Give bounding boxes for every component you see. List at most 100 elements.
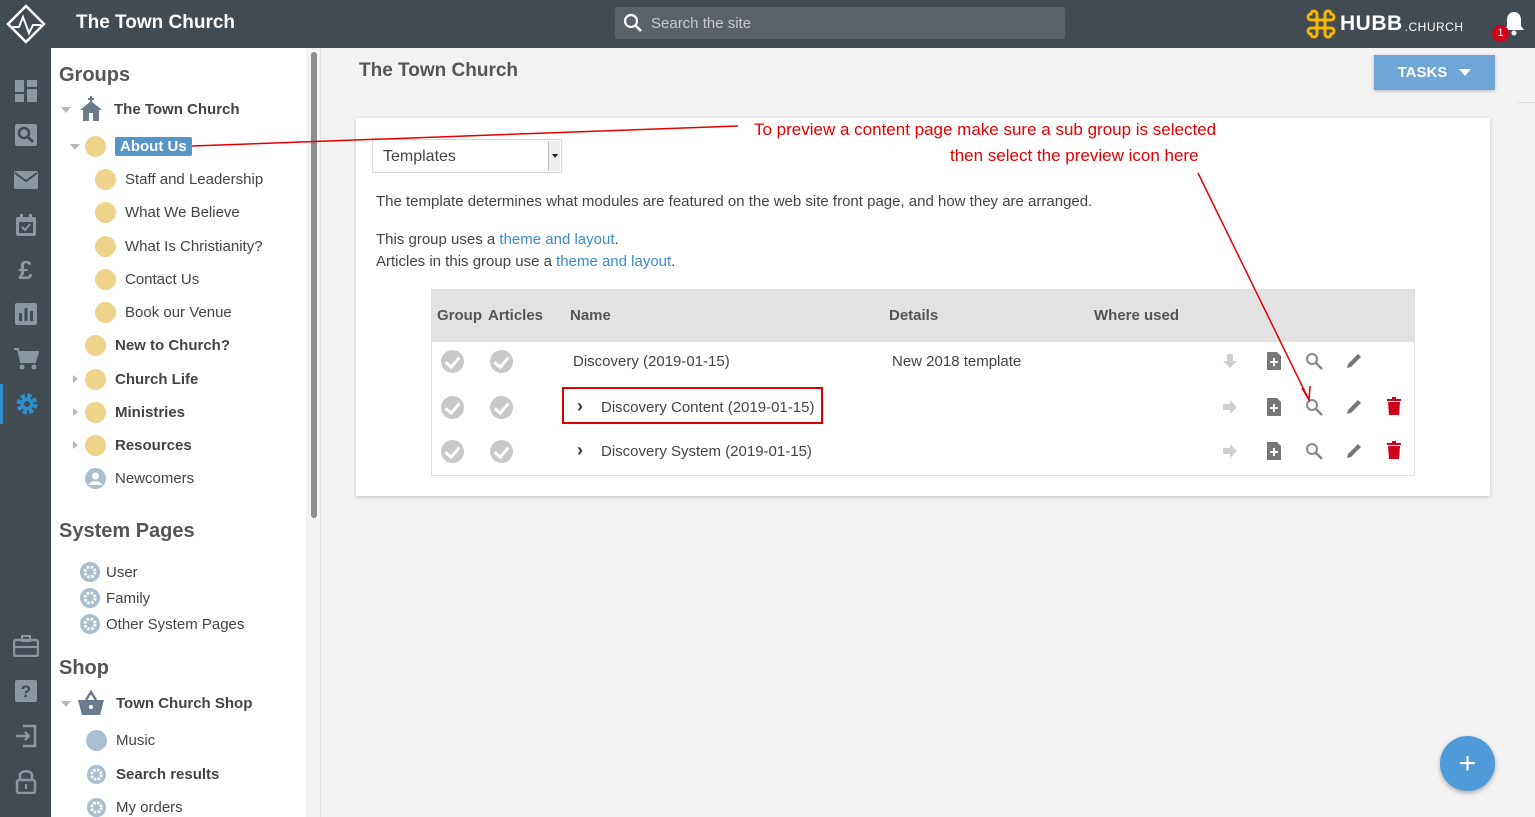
- rail-settings[interactable]: [0, 384, 51, 424]
- chevron-right-icon[interactable]: ›: [577, 440, 583, 461]
- tree-item-staff[interactable]: Staff and Leadership: [95, 167, 263, 191]
- tree-item-believe[interactable]: What We Believe: [95, 200, 240, 224]
- arrow-right-icon[interactable]: [1222, 443, 1238, 459]
- rail-mail[interactable]: [0, 160, 51, 200]
- collapse-arrow-icon[interactable]: [61, 107, 71, 113]
- group-tree: Groups The Town Church About Us Staff an…: [51, 48, 306, 817]
- collapse-arrow-icon[interactable]: [61, 701, 71, 707]
- tree-item-about-us[interactable]: About Us: [85, 134, 192, 158]
- tree-item-venue[interactable]: Book our Venue: [95, 300, 232, 324]
- articles-check-icon[interactable]: [490, 350, 513, 373]
- tree-scrollbar[interactable]: [306, 48, 321, 817]
- add-page-icon[interactable]: [1266, 351, 1282, 371]
- tree-item-new[interactable]: New to Church?: [85, 333, 230, 357]
- search-input[interactable]: [651, 7, 1051, 39]
- collapse-arrow-icon[interactable]: [70, 144, 80, 150]
- tasks-button[interactable]: TASKS: [1374, 55, 1495, 90]
- articles-check-icon[interactable]: [490, 396, 513, 419]
- shop-item-search[interactable]: Search results: [86, 762, 219, 786]
- group-line-text: This group uses a: [376, 231, 500, 248]
- preview-icon[interactable]: [1305, 398, 1323, 416]
- delete-icon[interactable]: [1387, 397, 1401, 415]
- lock-icon: [15, 770, 36, 794]
- col-articles[interactable]: Articles: [488, 307, 543, 324]
- app-logo[interactable]: [0, 0, 51, 48]
- rail-help[interactable]: ?: [0, 671, 51, 711]
- group-theme-line: This group uses a theme and layout.: [376, 231, 619, 248]
- period: .: [671, 253, 676, 270]
- rail-search[interactable]: [0, 115, 51, 155]
- tree-item-ministries[interactable]: Ministries: [85, 400, 185, 424]
- arrow-down-icon[interactable]: [1222, 353, 1238, 369]
- articles-check-icon[interactable]: [490, 440, 513, 463]
- table-row[interactable]: Discovery (2019-01-15) New 2018 template: [432, 342, 1414, 386]
- edit-icon[interactable]: [1345, 352, 1363, 370]
- preview-icon[interactable]: [1305, 442, 1323, 460]
- search-box[interactable]: [615, 7, 1065, 39]
- tree-item-christianity[interactable]: What Is Christianity?: [95, 234, 263, 258]
- add-fab-button[interactable]: +: [1440, 736, 1495, 791]
- folder-dot-icon: [95, 301, 116, 323]
- shop-item-label: My orders: [116, 798, 183, 816]
- shop-item-orders[interactable]: My orders: [86, 795, 183, 817]
- brand-suffix: .CHURCH: [1404, 19, 1464, 34]
- rail-lock[interactable]: [0, 761, 51, 801]
- col-name[interactable]: Name: [570, 307, 611, 324]
- rail-calendar[interactable]: [0, 205, 51, 245]
- col-details[interactable]: Details: [889, 307, 938, 324]
- rail-reports[interactable]: [0, 294, 51, 334]
- section-select[interactable]: Templates: [372, 139, 562, 173]
- page-title: The Town Church: [359, 60, 519, 81]
- col-where-used[interactable]: Where used: [1094, 307, 1179, 324]
- delete-icon[interactable]: [1387, 441, 1401, 459]
- system-item-family[interactable]: Family: [79, 586, 150, 610]
- tree-item-resources[interactable]: Resources: [85, 433, 192, 457]
- system-item-other[interactable]: Other System Pages: [79, 612, 244, 636]
- svg-text:?: ?: [20, 682, 30, 701]
- brand-name: HUBB: [1340, 12, 1403, 35]
- tree-item-label: What Is Christianity?: [125, 237, 263, 255]
- expand-arrow-icon[interactable]: [73, 375, 78, 383]
- add-page-icon[interactable]: [1266, 441, 1282, 461]
- rail-finance[interactable]: £: [0, 250, 51, 290]
- right-edge: [1518, 48, 1535, 103]
- rail-shop[interactable]: [0, 339, 51, 379]
- tree-item-label: New to Church?: [115, 336, 230, 354]
- system-item-user[interactable]: User: [79, 560, 138, 584]
- group-check-icon[interactable]: [441, 396, 464, 419]
- brand-logo[interactable]: HUBB .CHURCH: [1306, 9, 1464, 39]
- edit-icon[interactable]: [1345, 442, 1363, 460]
- annotation-highlight-box: [562, 387, 823, 424]
- dropdown-arrow-icon[interactable]: [548, 141, 560, 171]
- scrollbar-thumb[interactable]: [311, 52, 317, 518]
- rail-signout[interactable]: [0, 716, 51, 756]
- group-theme-link[interactable]: theme and layout: [499, 231, 614, 248]
- expand-arrow-icon[interactable]: [73, 441, 78, 449]
- add-page-icon[interactable]: [1266, 397, 1282, 417]
- group-check-icon[interactable]: [441, 440, 464, 463]
- tree-root[interactable]: The Town Church: [78, 96, 240, 121]
- shop-root[interactable]: Town Church Shop: [77, 690, 252, 715]
- shop-item-music[interactable]: Music: [86, 728, 155, 752]
- tree-item-contact[interactable]: Contact Us: [95, 267, 199, 291]
- arrow-right-icon[interactable]: [1222, 399, 1238, 415]
- rail-tools[interactable]: [0, 626, 51, 666]
- template-description: The template determines what modules are…: [376, 193, 1093, 210]
- shop-title: Shop: [59, 657, 109, 679]
- table-row[interactable]: › Discovery System (2019-01-15): [432, 430, 1414, 474]
- tree-item-newcomers[interactable]: Newcomers: [85, 466, 194, 490]
- rail-dashboard[interactable]: [0, 71, 51, 111]
- folder-dot-icon: [85, 368, 106, 390]
- tree-item-label: Staff and Leadership: [125, 170, 264, 188]
- expand-arrow-icon[interactable]: [73, 408, 78, 416]
- row-name: Discovery System (2019-01-15): [601, 443, 812, 460]
- preview-icon[interactable]: [1305, 352, 1323, 370]
- tree-item-life[interactable]: Church Life: [85, 367, 198, 391]
- top-bar: The Town Church HUBB .CHURCH 1: [0, 0, 1535, 48]
- briefcase-icon: [12, 635, 39, 657]
- chart-icon: [14, 303, 37, 325]
- col-group[interactable]: Group: [437, 307, 482, 324]
- edit-icon[interactable]: [1345, 398, 1363, 416]
- group-check-icon[interactable]: [441, 350, 464, 373]
- articles-theme-link[interactable]: theme and layout: [556, 253, 671, 270]
